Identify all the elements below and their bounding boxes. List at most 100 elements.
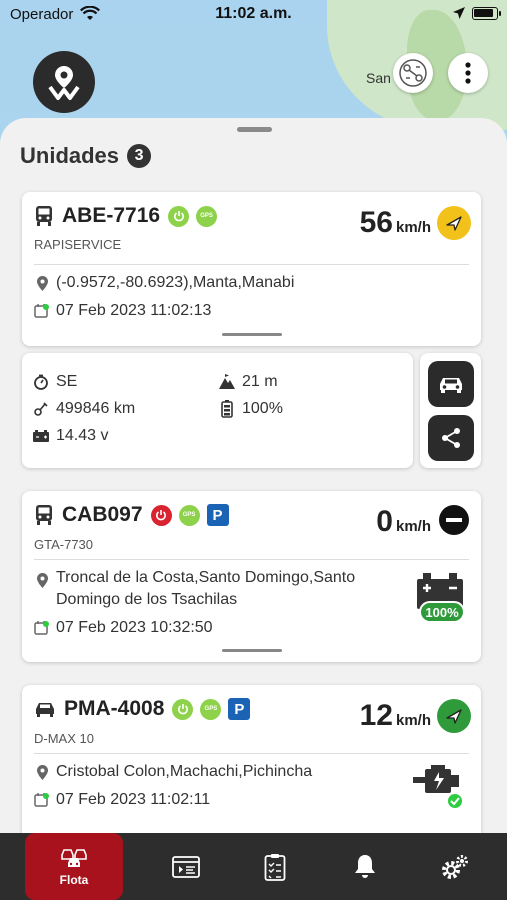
unit-location: Cristobal Colon,Machachi,Pichincha bbox=[34, 763, 312, 781]
location-text: Troncal de la Costa,Santo Domingo,Santo … bbox=[56, 567, 401, 611]
unit-card-abe7716[interactable]: ABE-7716 GPS RAPISERVICE 56 km/h (-0.957… bbox=[22, 192, 481, 346]
map-route-icon bbox=[399, 59, 427, 87]
datetime-text: 07 Feb 2023 11:02:11 bbox=[56, 791, 211, 808]
unit-datetime: 07 Feb 2023 10:32:50 bbox=[34, 619, 213, 637]
bottom-tab-bar: Flota bbox=[0, 833, 507, 900]
unit-datetime: 07 Feb 2023 11:02:13 bbox=[34, 302, 211, 320]
location-text: (-0.9572,-80.6923),Manta,Manabi bbox=[56, 274, 295, 291]
ignition-on-icon bbox=[172, 698, 194, 720]
car-icon bbox=[440, 378, 462, 393]
car-icon bbox=[36, 703, 54, 717]
ignition-on-icon bbox=[168, 205, 190, 227]
unit-header: PMA-4008 GPS P bbox=[34, 697, 251, 721]
direction-icon bbox=[437, 699, 471, 733]
sheet-grab-handle[interactable] bbox=[237, 127, 272, 132]
unit-plate: CAB097 bbox=[62, 503, 143, 526]
altitude-value: 21 m bbox=[242, 373, 278, 390]
unit-card-cab097[interactable]: CAB097 GPS P GTA-7730 0 km/h Troncal de … bbox=[22, 491, 481, 662]
unit-speed: 56 km/h bbox=[360, 206, 431, 240]
map-label: San bbox=[366, 70, 391, 86]
tab-fleet[interactable]: Flota bbox=[25, 833, 123, 900]
speed-unit: km/h bbox=[395, 518, 431, 535]
unit-location bbox=[34, 569, 56, 588]
detail-odometer: 499846 km bbox=[32, 400, 135, 418]
unit-header: ABE-7716 GPS bbox=[34, 204, 224, 228]
truck-icon bbox=[36, 505, 52, 525]
location-text: Cristobal Colon,Machachi,Pichincha bbox=[56, 763, 313, 780]
card-handle bbox=[222, 649, 282, 652]
tab-fleet-label: Flota bbox=[59, 872, 89, 887]
detail-heading: SE bbox=[32, 373, 77, 391]
location-pin-icon bbox=[34, 573, 50, 588]
gps-status-icon: GPS bbox=[178, 504, 200, 526]
route-icon bbox=[172, 855, 200, 878]
datetime-text: 07 Feb 2023 10:32:50 bbox=[56, 619, 213, 636]
parked-icon: P bbox=[206, 504, 229, 526]
settings-icon bbox=[442, 854, 468, 879]
units-sheet: Unidades 3 ABE-7716 GPS RAPISERVICE 56 k… bbox=[0, 118, 507, 900]
report-icon bbox=[264, 853, 286, 881]
tab-reports[interactable] bbox=[226, 833, 324, 900]
location-line-2: Domingo de los Tsachilas bbox=[56, 591, 238, 608]
vehicle-button[interactable] bbox=[428, 361, 474, 407]
voltage-value: 14.43 v bbox=[56, 427, 109, 444]
card-divider bbox=[34, 753, 469, 754]
location-line-1: Troncal de la Costa,Santo Domingo,Santo bbox=[56, 569, 356, 586]
location-pin-icon bbox=[34, 275, 50, 291]
fleet-icon bbox=[61, 848, 87, 867]
map-layers-button[interactable] bbox=[393, 53, 433, 93]
unit-details-panel: SE 499846 km 14.43 v 21 m 100% bbox=[22, 353, 413, 468]
gps-status-icon: GPS bbox=[200, 698, 222, 720]
unit-subtitle: RAPISERVICE bbox=[34, 237, 122, 252]
unit-datetime: 07 Feb 2023 11:02:11 bbox=[34, 791, 210, 809]
car-battery-icon bbox=[32, 429, 50, 443]
card-divider bbox=[34, 264, 469, 265]
odometer-icon bbox=[32, 401, 50, 417]
speed-value: 56 bbox=[359, 206, 393, 239]
card-handle bbox=[222, 333, 282, 336]
unit-speed: 12 km/h bbox=[360, 699, 431, 733]
sheet-title: Unidades 3 bbox=[20, 143, 152, 169]
calendar-icon bbox=[34, 303, 50, 319]
calendar-icon bbox=[34, 620, 50, 636]
odometer-value: 499846 km bbox=[56, 400, 136, 417]
card-divider bbox=[34, 559, 469, 560]
heading-value: SE bbox=[56, 373, 78, 390]
logo-icon bbox=[48, 66, 80, 100]
bell-icon bbox=[355, 854, 375, 878]
tab-alerts[interactable] bbox=[316, 833, 414, 900]
detail-altitude: 21 m bbox=[218, 373, 278, 391]
speed-unit: km/h bbox=[395, 712, 431, 729]
unit-card-pma4008[interactable]: PMA-4008 GPS P D-MAX 10 12 km/h Cristoba… bbox=[22, 685, 481, 845]
detail-battery: 100% bbox=[218, 400, 283, 418]
tab-routes[interactable] bbox=[137, 833, 235, 900]
stopped-icon bbox=[439, 505, 469, 535]
more-options-button[interactable] bbox=[448, 53, 488, 93]
tab-settings[interactable] bbox=[406, 833, 504, 900]
unit-plate: PMA-4008 bbox=[64, 697, 165, 720]
unit-plate: ABE-7716 bbox=[62, 204, 161, 227]
engine-status bbox=[411, 763, 469, 813]
location-arrow-icon bbox=[452, 6, 466, 25]
unit-actions-panel bbox=[420, 353, 481, 468]
battery-icon bbox=[472, 7, 501, 20]
direction-icon bbox=[437, 206, 471, 240]
sheet-title-text: Unidades bbox=[20, 143, 120, 168]
location-pin-icon bbox=[34, 764, 50, 780]
speed-value: 12 bbox=[359, 699, 393, 732]
battery-value: 100% bbox=[242, 400, 283, 417]
app-logo-button[interactable] bbox=[33, 51, 95, 113]
share-button[interactable] bbox=[428, 415, 474, 461]
unit-speed: 0 km/h bbox=[376, 505, 431, 539]
mountain-icon bbox=[218, 374, 236, 390]
engine-icon bbox=[413, 765, 464, 810]
vehicle-battery-status: 100% bbox=[415, 571, 469, 629]
unit-subtitle: D-MAX 10 bbox=[34, 731, 94, 746]
truck-icon bbox=[36, 206, 52, 226]
battery-percent-badge: 100% bbox=[419, 601, 465, 623]
unit-header: CAB097 GPS P bbox=[34, 503, 229, 527]
clock: 11:02 a.m. bbox=[215, 5, 292, 22]
gps-status-icon: GPS bbox=[196, 205, 218, 227]
compass-icon bbox=[32, 374, 50, 390]
unit-subtitle: GTA-7730 bbox=[34, 537, 94, 552]
